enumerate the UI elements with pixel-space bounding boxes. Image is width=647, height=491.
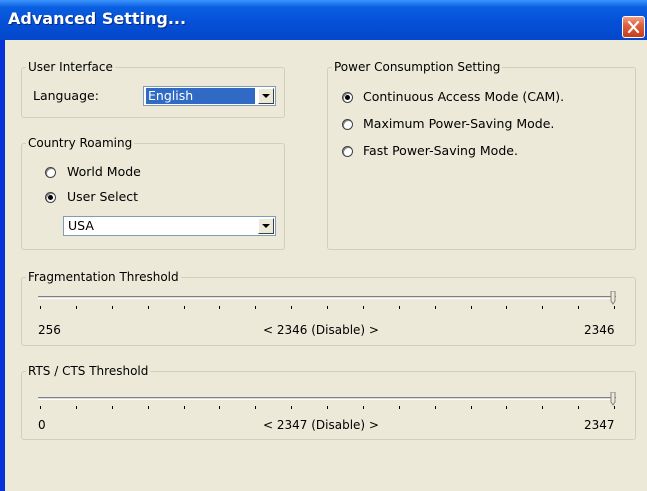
slider-tick: [111, 306, 113, 309]
slider-tick: [506, 306, 508, 309]
slider-tick: [147, 306, 149, 309]
slider-tick: [614, 406, 615, 409]
slider-tick: [362, 406, 364, 409]
title-bar[interactable]: Advanced Setting...: [0, 0, 647, 40]
fragmentation-min-label: 256: [38, 323, 61, 337]
world-mode-label[interactable]: World Mode: [67, 164, 141, 179]
fast-power-saving-label[interactable]: Fast Power-Saving Mode.: [363, 143, 518, 158]
slider-tick: [434, 406, 436, 409]
world-mode-radio[interactable]: [45, 167, 56, 178]
cam-mode-radio[interactable]: [342, 92, 353, 103]
slider-tick: [40, 306, 41, 309]
slider-tick: [183, 406, 185, 409]
slider-tick: [255, 306, 257, 309]
fragmentation-slider-track[interactable]: [38, 296, 616, 299]
slider-tick: [542, 406, 544, 409]
slider-tick: [291, 406, 293, 409]
slider-tick: [578, 406, 580, 409]
slider-tick: [362, 306, 364, 309]
max-power-saving-radio[interactable]: [342, 119, 353, 130]
slider-tick: [75, 406, 77, 409]
max-power-saving-label[interactable]: Maximum Power-Saving Mode.: [363, 116, 554, 131]
slider-tick: [578, 306, 580, 309]
rts-cts-slider-track[interactable]: [38, 397, 616, 400]
slider-tick: [111, 406, 113, 409]
slider-tick: [398, 406, 400, 409]
country-roaming-legend: Country Roaming: [28, 136, 133, 150]
slider-tick: [542, 306, 544, 309]
user-select-radio[interactable]: [45, 192, 56, 203]
slider-tick: [219, 306, 221, 309]
slider-tick: [470, 306, 472, 309]
language-select[interactable]: English: [143, 86, 276, 106]
language-selected-value: English: [146, 88, 255, 104]
slider-tick: [291, 306, 293, 309]
slider-tick: [327, 306, 328, 309]
slider-tick: [255, 406, 257, 409]
fragmentation-threshold-legend: Fragmentation Threshold: [28, 270, 179, 284]
slider-tick: [506, 406, 508, 409]
window-title: Advanced Setting...: [8, 9, 187, 28]
dialog-client-area: User Interface Language: English Country…: [5, 40, 647, 491]
slider-tick: [183, 306, 185, 309]
slider-tick: [434, 306, 436, 309]
rts-cts-max-label: 2347: [584, 418, 615, 432]
advanced-setting-window: Advanced Setting... User Interface Langu…: [0, 0, 647, 491]
rts-cts-threshold-legend: RTS / CTS Threshold: [28, 364, 149, 378]
fragmentation-slider-thumb[interactable]: [610, 291, 616, 305]
slider-tick: [40, 406, 41, 409]
fast-power-saving-radio[interactable]: [342, 146, 353, 157]
slider-tick: [470, 406, 472, 409]
rts-cts-current-label: < 2347 (Disable) >: [263, 418, 379, 432]
language-dropdown-button[interactable]: [258, 88, 274, 104]
slider-tick: [398, 306, 400, 309]
language-label: Language:: [33, 88, 99, 103]
user-select-label[interactable]: User Select: [67, 189, 138, 204]
rts-cts-slider-thumb[interactable]: [610, 392, 616, 406]
slider-tick: [614, 306, 615, 309]
slider-tick: [219, 406, 221, 409]
chevron-down-icon: [262, 224, 270, 228]
rts-cts-min-label: 0: [38, 418, 46, 432]
user-interface-legend: User Interface: [28, 60, 113, 74]
close-icon: [627, 20, 640, 34]
country-selected-value: USA: [68, 218, 94, 233]
power-consumption-legend: Power Consumption Setting: [334, 60, 501, 74]
cam-mode-label[interactable]: Continuous Access Mode (CAM).: [363, 89, 564, 104]
country-dropdown-button[interactable]: [258, 218, 274, 234]
slider-tick: [147, 406, 149, 409]
country-select[interactable]: USA: [63, 216, 276, 236]
slider-tick: [327, 406, 328, 409]
close-button[interactable]: [622, 16, 645, 38]
fragmentation-max-label: 2346: [584, 323, 615, 337]
fragmentation-current-label: < 2346 (Disable) >: [263, 323, 379, 337]
chevron-down-icon: [262, 94, 270, 98]
slider-tick: [75, 306, 77, 309]
